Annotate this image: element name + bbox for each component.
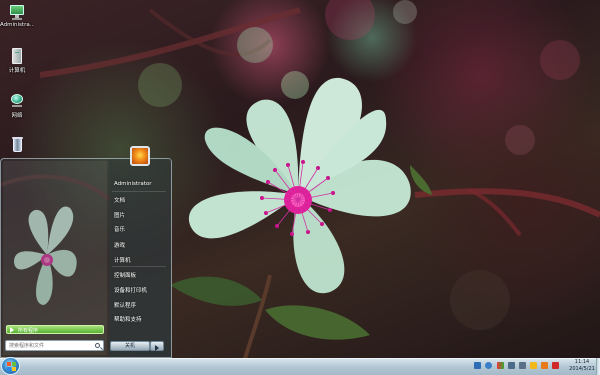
search-input[interactable] <box>9 342 91 350</box>
start-menu-item-documents[interactable]: 文档 <box>114 196 125 204</box>
clock-time: 11:14 <box>574 359 590 365</box>
app-icon[interactable] <box>552 362 559 369</box>
start-menu-item-pictures[interactable]: 图片 <box>114 211 125 219</box>
desktop-icon-label: Administra... <box>0 22 34 28</box>
divider <box>112 191 166 192</box>
start-menu-item-devices-printers[interactable]: 设备和打印机 <box>114 286 147 294</box>
flag-icon[interactable] <box>497 362 504 369</box>
start-menu-item-computer[interactable]: 计算机 <box>114 256 131 264</box>
all-programs-label: 所有程序 <box>18 328 39 334</box>
desktop-icon-administrator[interactable]: Administra... <box>0 4 34 28</box>
computer-icon <box>8 48 26 64</box>
start-menu-item-games[interactable]: 游戏 <box>114 241 125 249</box>
recycle-bin-icon <box>8 137 26 153</box>
app-icon[interactable] <box>530 362 537 369</box>
start-menu-item-help-support[interactable]: 帮助和支持 <box>114 315 142 323</box>
network-icon <box>8 93 26 109</box>
show-desktop-button[interactable] <box>596 358 600 375</box>
start-button[interactable] <box>1 357 20 375</box>
start-menu-user-name[interactable]: Administrator <box>114 181 152 187</box>
desktop-icon-recycle-bin[interactable] <box>0 137 34 155</box>
divider <box>112 266 166 267</box>
start-search-box[interactable] <box>5 340 104 351</box>
start-menu-item-default-programs[interactable]: 默认程序 <box>114 301 136 309</box>
volume-icon[interactable] <box>519 362 526 369</box>
search-icon[interactable] <box>95 343 100 348</box>
desktop-icon-computer[interactable]: 计算机 <box>0 48 34 74</box>
shutdown-options-button[interactable] <box>150 341 164 351</box>
desktop-icon-label: 计算机 <box>8 68 26 74</box>
help-icon[interactable] <box>485 362 492 369</box>
desktop-icon-label: 网络 <box>11 113 23 119</box>
start-menu-item-music[interactable]: 音乐 <box>114 225 125 233</box>
start-menu-item-control-panel[interactable]: 控制面板 <box>114 271 136 279</box>
windows-logo-icon <box>7 362 11 366</box>
shutdown-button[interactable]: 关机 <box>110 341 150 351</box>
arrow-right-icon <box>10 327 14 333</box>
app-icon[interactable] <box>541 362 548 369</box>
user-folder-icon <box>8 4 26 20</box>
all-programs-button[interactable]: 所有程序 <box>6 325 104 334</box>
desktop-icon-network[interactable]: 网络 <box>0 93 34 119</box>
taskbar-clock[interactable]: 11:14 2014/5/21 <box>566 359 598 373</box>
language-icon[interactable] <box>474 362 481 369</box>
clock-date: 2014/5/21 <box>569 366 595 372</box>
user-picture[interactable] <box>130 146 150 166</box>
network-icon[interactable] <box>508 362 515 369</box>
